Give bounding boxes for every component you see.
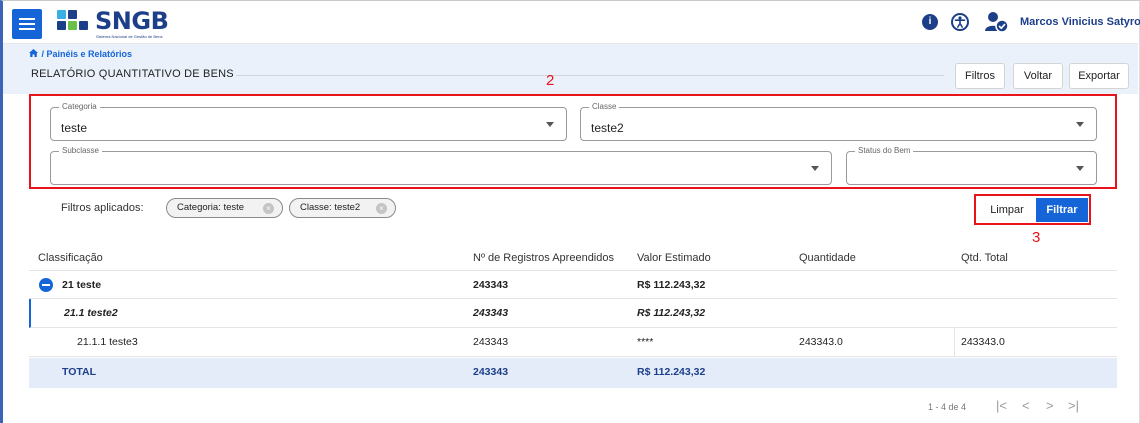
row-total: 243343.0 [961,336,1005,348]
chevron-down-icon[interactable] [1076,122,1084,127]
breadcrumb[interactable]: / Painéis e Relatórios [29,49,132,59]
total-registros: 243343 [473,366,509,378]
voltar-button[interactable]: Voltar [1013,63,1063,89]
column-divider [954,328,955,356]
last-page-icon[interactable]: >| [1068,398,1079,413]
next-page-icon[interactable]: > [1046,398,1054,413]
prev-page-icon[interactable]: < [1022,398,1030,413]
row-valor: **** [637,336,654,348]
top-bar: SNGB Sistema Nacional de Gestão de Bens … [3,1,1140,44]
row-quantidade: 243343.0 [799,336,843,348]
table-header: Classificação Nº de Registros Apreendido… [29,244,1117,270]
status-select[interactable]: Status do Bem [846,146,1097,185]
chip-label: Categoria: teste [177,202,245,213]
column-header[interactable]: Valor Estimado [637,252,711,264]
column-header[interactable]: Quantidade [799,252,856,264]
classe-value: teste2 [591,121,624,135]
row-valor: R$ 112.243,32 [637,279,706,291]
filter-chip-categoria[interactable]: Categoria: teste × [166,198,283,218]
applied-filters-label: Filtros aplicados: [61,202,144,214]
accessibility-icon[interactable] [951,13,969,31]
limpar-button[interactable]: Limpar [979,198,1035,222]
home-icon[interactable] [29,49,39,59]
subclasse-label: Subclasse [59,146,102,155]
exportar-button[interactable]: Exportar [1069,63,1129,89]
info-icon[interactable]: i [922,14,938,30]
status-label: Status do Bem [855,146,914,155]
row-classificacao: 21.1 teste2 [64,307,118,319]
chevron-down-icon[interactable] [1076,166,1084,171]
classe-select[interactable]: Classe teste2 [580,102,1097,141]
filtros-button[interactable]: Filtros [955,63,1005,89]
categoria-label: Categoria [59,102,100,111]
classe-label: Classe [589,102,620,111]
first-page-icon[interactable]: |< [996,398,1007,413]
column-header[interactable]: Qtd. Total [961,252,1008,264]
app-logo[interactable]: SNGB Sistema Nacional de Gestão de Bens [57,7,187,39]
breadcrumb-text[interactable]: / Painéis e Relatórios [42,49,133,59]
total-label: TOTAL [62,366,97,378]
app-name: SNGB [95,7,169,35]
chip-label: Classe: teste2 [300,202,361,213]
table-row[interactable]: 21.1 teste2 243343 R$ 112.243,32 [29,299,1117,328]
table-row[interactable]: 21 teste 243343 R$ 112.243,32 [29,270,1117,299]
row-classificacao: 21 teste [62,279,102,291]
collapse-icon[interactable] [39,278,53,292]
row-classificacao: 21.1.1 teste3 [77,336,138,348]
table-row[interactable]: 21.1.1 teste3 243343 **** 243343.0 24334… [29,328,1117,357]
pagination-range: 1 - 4 de 4 [928,402,967,412]
column-header[interactable]: Nº de Registros Apreendidos [473,252,614,264]
close-icon[interactable]: × [376,203,387,214]
categoria-select[interactable]: Categoria teste [50,102,567,141]
chevron-down-icon[interactable] [546,122,554,127]
row-registros: 243343 [473,279,509,291]
filtrar-button[interactable]: Filtrar [1036,198,1088,222]
total-valor: R$ 112.243,32 [637,366,706,378]
close-icon[interactable]: × [263,203,274,214]
row-valor: R$ 112.243,32 [637,307,706,319]
total-row: TOTAL 243343 R$ 112.243,32 [29,358,1117,388]
title-divider [236,75,944,76]
categoria-value: teste [61,121,88,135]
annotation-number-2: 2 [546,72,555,89]
user-name[interactable]: Marcos Vinicius Satyro C... [1020,16,1140,28]
row-registros: 243343 [473,307,509,319]
page-title: RELATÓRIO QUANTITATIVO DE BENS [31,68,234,80]
chevron-down-icon[interactable] [811,166,819,171]
logo-mark-icon [57,10,91,36]
user-verified-icon[interactable] [985,11,1009,33]
filter-chip-classe[interactable]: Classe: teste2 × [289,198,396,218]
column-header[interactable]: Classificação [38,252,103,264]
subclasse-select[interactable]: Subclasse [50,146,832,185]
menu-icon[interactable] [12,9,42,39]
app-subtitle: Sistema Nacional de Gestão de Bens [96,34,163,39]
row-registros: 243343 [473,336,509,348]
